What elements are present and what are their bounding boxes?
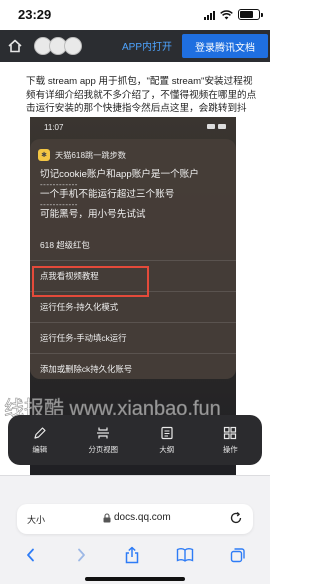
- address-bar[interactable]: 大小 docs.qq.com: [17, 504, 253, 534]
- open-in-app-link[interactable]: APP内打开: [122, 38, 172, 53]
- browser-bar: 大小 docs.qq.com: [0, 475, 270, 584]
- grid-icon: [224, 426, 237, 439]
- page-view-icon: [97, 427, 110, 438]
- menu-item: 618 超级红包: [40, 239, 90, 250]
- shortcut-app-icon: ✱: [38, 149, 50, 161]
- forward-icon[interactable]: [74, 547, 88, 563]
- doc-line: 频有详细介绍我就不多介绍了，不懂得视频在哪里的点: [26, 89, 257, 101]
- text-size-button[interactable]: 大小: [27, 513, 45, 526]
- page-view-label: 分页视图: [88, 444, 119, 454]
- pencil-icon: [34, 426, 46, 439]
- message-divider: ------------: [40, 200, 78, 209]
- doc-toolbar: 编辑 分页视图 大纲 操作: [8, 415, 262, 465]
- menu-item: 运行任务-手动填ck运行: [30, 322, 236, 353]
- shortcut-menu: 618 超级红包 点我看视频教程 运行任务-持久化模式 运行任务-手动填ck运行…: [30, 229, 236, 384]
- outline-icon: [161, 426, 173, 439]
- home-indicator: [85, 577, 185, 581]
- doc-line: 下载 stream app 用于抓包，"配置 stream"安装过程视: [26, 76, 253, 87]
- menu-item: 添加或删除ck持久化账号: [30, 353, 236, 384]
- highlight-box: [32, 266, 149, 297]
- share-icon[interactable]: [124, 546, 140, 564]
- battery-icon: [238, 9, 263, 20]
- cellular-signal-icon: [204, 10, 215, 20]
- edit-label: 编辑: [32, 444, 48, 454]
- home-button[interactable]: [0, 30, 30, 62]
- doc-paragraph: 下载 stream app 用于抓包，"配置 stream"安装过程视 频有详细…: [26, 75, 266, 116]
- url-text: docs.qq.com: [114, 512, 171, 523]
- back-icon[interactable]: [24, 547, 38, 563]
- reload-icon[interactable]: [229, 511, 243, 525]
- actions-button[interactable]: 操作: [205, 426, 255, 455]
- outline-label: 大纲: [159, 444, 175, 454]
- home-icon: [8, 39, 22, 53]
- shortcut-title: 天猫618跳一跳步数: [55, 151, 126, 160]
- avatar: [64, 37, 82, 55]
- shortcut-card-header: ✱ 天猫618跳一跳步数: [30, 139, 236, 161]
- outline-button[interactable]: 大纲: [142, 426, 192, 455]
- app-header: APP内打开 登录腾讯文档: [0, 30, 270, 62]
- status-time: 23:29: [18, 7, 52, 22]
- bookmarks-icon[interactable]: [176, 547, 194, 563]
- embedded-status-icons: [207, 124, 226, 129]
- status-icons: [204, 9, 263, 20]
- message-line: 可能黑号，用小号先试试: [40, 209, 146, 220]
- status-bar: 23:29: [0, 0, 270, 30]
- tabs-icon[interactable]: [230, 547, 246, 563]
- edit-button[interactable]: 编辑: [15, 426, 65, 455]
- login-button[interactable]: 登录腾讯文档: [182, 34, 268, 58]
- lock-icon: [103, 512, 111, 522]
- collaborator-avatars[interactable]: [34, 37, 82, 55]
- actions-label: 操作: [222, 444, 238, 454]
- wifi-icon: [220, 9, 233, 19]
- embedded-status-time: 11:07: [44, 123, 64, 132]
- shortcut-message: 切记cookie账户和app账户是一个账户 ------------ 一个手机不…: [30, 161, 236, 221]
- page-view-button[interactable]: 分页视图: [78, 426, 128, 455]
- message-divider: ------------: [40, 180, 78, 189]
- browser-nav: [0, 540, 270, 570]
- doc-line: 击运行安装的那个快捷指令然后点这里，会跳转到抖: [26, 103, 247, 114]
- url-display[interactable]: docs.qq.com: [103, 512, 171, 523]
